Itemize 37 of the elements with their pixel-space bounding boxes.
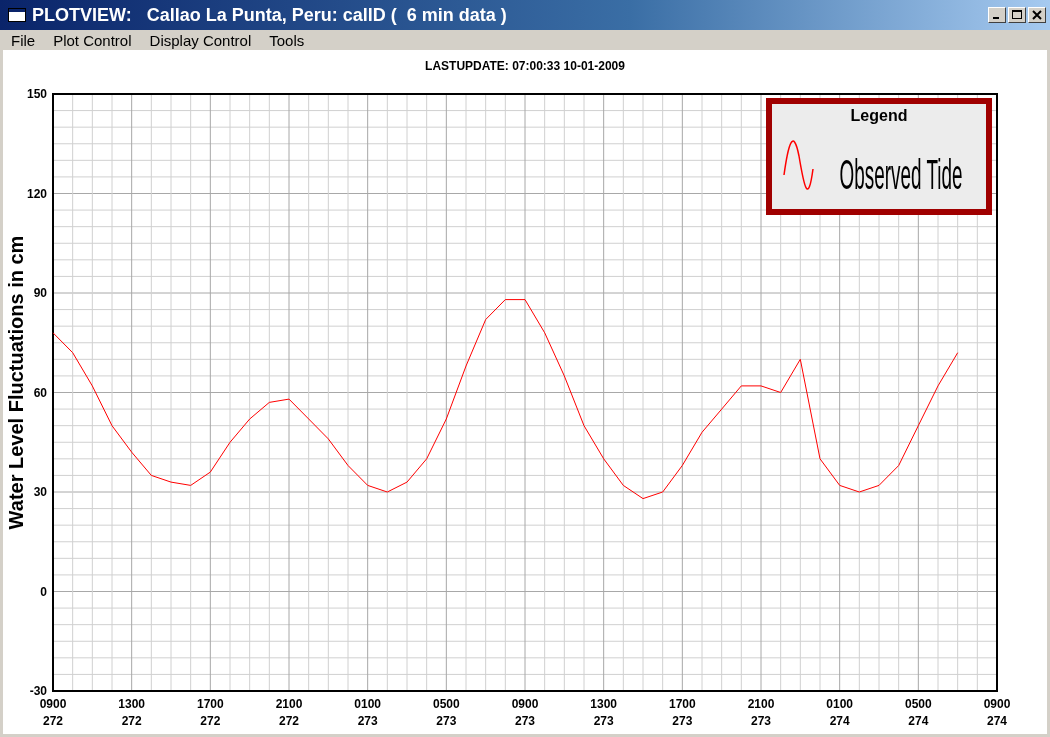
y-tick-label: 60 xyxy=(33,385,47,400)
close-button[interactable] xyxy=(1028,7,1046,23)
legend-label: Observed Tide xyxy=(839,151,963,199)
window-icon xyxy=(8,8,26,22)
x-tick-label: 2100 272 xyxy=(275,697,303,728)
x-tick-label: 0500 274 xyxy=(905,697,932,728)
last-update-text: LASTUPDATE: 07:00:33 10-01-2009 xyxy=(425,58,625,73)
minimize-button[interactable] xyxy=(988,7,1006,23)
legend-title: Legend xyxy=(850,107,908,124)
x-tick-label: 0500 273 xyxy=(433,697,460,728)
sine-wave-icon xyxy=(783,140,814,190)
y-tick-label: 90 xyxy=(33,286,47,300)
window-title: PLOTVIEW: Callao La Punta, Peru: callD ( 6 min data ) xyxy=(32,4,508,26)
x-tick-label: 1300 273 xyxy=(590,697,617,728)
x-tick-label: 0900 272 xyxy=(39,697,67,728)
maximize-icon xyxy=(1012,10,1022,20)
x-tick-label: 2100 273 xyxy=(747,697,775,728)
x-tick-label: 0100 273 xyxy=(354,697,381,728)
x-tick-label: 0900 273 xyxy=(511,697,539,728)
y-tick-label: 150 xyxy=(26,87,47,101)
y-tick-label: 0 xyxy=(40,584,47,599)
x-tick-label: 1700 273 xyxy=(669,697,696,728)
y-tick-label: 120 xyxy=(26,186,47,201)
menu-item[interactable]: Plot Control xyxy=(44,31,141,49)
minimize-icon xyxy=(993,17,999,19)
x-tick-label: 1300 272 xyxy=(118,697,145,728)
x-tick-label: 1700 272 xyxy=(197,697,224,728)
menu-item[interactable]: Tools xyxy=(260,31,314,49)
y-axis-label: Water Level Fluctuations in cm xyxy=(5,235,27,530)
menu-item[interactable]: File xyxy=(3,31,45,49)
close-icon xyxy=(1032,10,1042,20)
menu-item[interactable]: Display Control xyxy=(140,31,261,49)
x-tick-label: 0100 274 xyxy=(826,697,853,728)
y-tick-label: -30 xyxy=(29,684,47,698)
maximize-button[interactable] xyxy=(1008,7,1026,23)
x-tick-label: 0900 274 xyxy=(983,697,1011,728)
y-tick-label: 30 xyxy=(33,485,47,499)
